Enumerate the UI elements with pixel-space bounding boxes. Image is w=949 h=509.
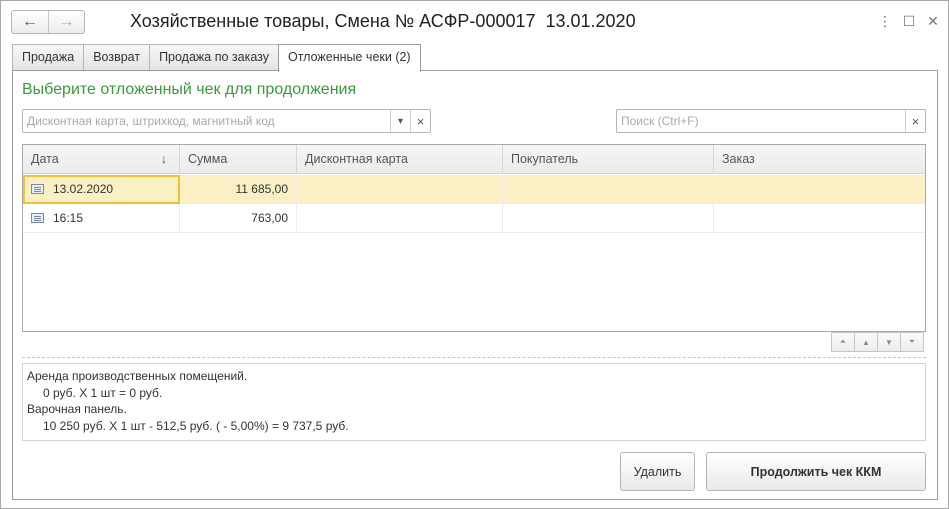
cell-date[interactable]: 13.02.2020 [23,175,180,204]
tab-sale[interactable]: Продажа [12,44,85,70]
delete-button[interactable]: Удалить [620,452,695,491]
clear-search-icon[interactable]: × [905,110,925,132]
column-header-discount-card[interactable]: Дисконтная карта [297,145,503,174]
discount-card-field: ▾ × [22,109,431,133]
deferred-receipts-table: Дата ↓ Сумма Дисконтная карта Покупатель… [22,144,926,332]
window-actions: ⋮ ☐ ✕ [878,13,940,30]
forward-arrow-icon[interactable]: → [48,11,84,33]
document-icon [31,183,44,194]
back-arrow-icon[interactable]: ← [12,11,48,33]
dropdown-icon[interactable]: ▾ [390,110,410,132]
tab-sale-by-order[interactable]: Продажа по заказу [149,44,279,70]
window-title: Хозяйственные товары, Смена № АСФР-00001… [130,11,636,31]
cell-buyer[interactable] [503,175,714,204]
table-scroll-buttons: ⏶ ▲ ▼ ⏷ [831,332,924,352]
column-header-buyer[interactable]: Покупатель [503,145,714,174]
search-field: × [616,109,926,133]
discount-card-input[interactable] [27,113,387,129]
window: ← → Хозяйственные товары, Смена № АСФР-0… [0,0,949,509]
cell-order[interactable] [714,175,925,204]
scroll-down-icon[interactable]: ▼ [877,332,901,352]
document-icon [31,212,44,223]
detail-line: 10 250 руб. X 1 шт - 512,5 руб. ( - 5,00… [43,418,349,433]
detail-line: Аренда производственных помещений. [27,369,248,383]
table-header: Дата ↓ Сумма Дисконтная карта Покупатель… [23,145,925,174]
scroll-to-top-icon[interactable]: ⏶ [831,332,855,352]
cell-sum[interactable]: 11 685,00 [180,175,297,204]
scroll-to-bottom-icon[interactable]: ⏷ [900,332,924,352]
scroll-up-icon[interactable]: ▲ [854,332,878,352]
more-menu-icon[interactable]: ⋮ [878,13,892,30]
cell-buyer[interactable] [503,204,714,233]
tab-bar: Продажа Возврат Продажа по заказу Отложе… [12,44,421,72]
table-row[interactable]: 16:15 763,00 [23,204,925,233]
cell-order[interactable] [714,204,925,233]
column-header-sum[interactable]: Сумма [180,145,297,174]
detail-line: Варочная панель. [27,402,127,416]
detail-line: 0 руб. X 1 шт = 0 руб. [43,385,163,400]
navigation-buttons: ← → [11,10,85,34]
cell-discount-card[interactable] [297,204,503,233]
cell-sum[interactable]: 763,00 [180,204,297,233]
search-input[interactable] [621,113,901,129]
tab-deferred-receipts[interactable]: Отложенные чеки (2) [277,44,421,72]
splitter[interactable] [22,357,926,358]
cell-date[interactable]: 16:15 [23,204,180,233]
clear-discount-icon[interactable]: × [410,110,430,132]
receipt-details: Аренда производственных помещений. 0 руб… [22,363,926,441]
title-bar: ← → Хозяйственные товары, Смена № АСФР-0… [1,1,948,43]
column-header-order[interactable]: Заказ [714,145,925,174]
tab-return[interactable]: Возврат [83,44,151,70]
close-icon[interactable]: ✕ [926,13,940,30]
column-header-date[interactable]: Дата ↓ [23,145,180,174]
page-heading: Выберите отложенный чек для продолжения [22,81,357,98]
maximize-icon[interactable]: ☐ [902,13,916,30]
table-row[interactable]: 13.02.2020 11 685,00 [23,175,925,204]
cell-discount-card[interactable] [297,175,503,204]
continue-receipt-button[interactable]: Продолжить чек ККМ [706,452,926,491]
sort-down-icon: ↓ [161,152,167,166]
